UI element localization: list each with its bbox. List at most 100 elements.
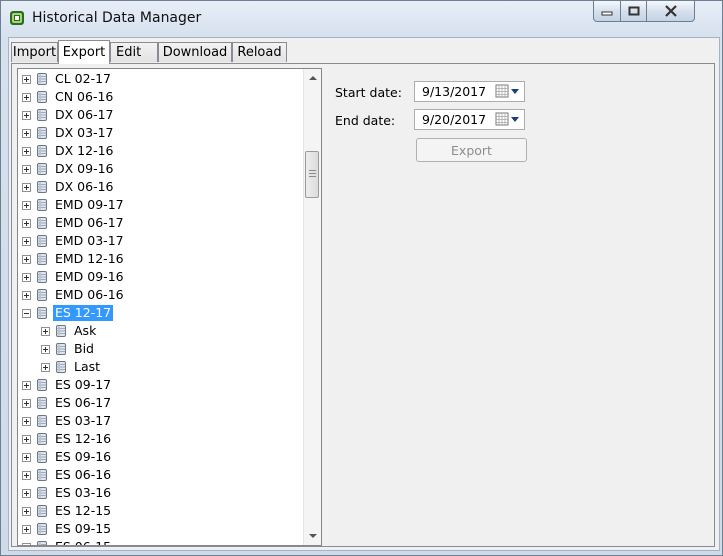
scroll-thumb[interactable] (305, 151, 319, 198)
tree-item[interactable]: DX 06-17 (18, 106, 305, 124)
tree-item[interactable]: ES 06-15 (18, 538, 305, 545)
tree-item[interactable]: EMD 06-16 (18, 286, 305, 304)
expand-icon[interactable] (41, 327, 50, 336)
expand-icon[interactable] (22, 381, 31, 390)
tree-item[interactable]: CN 06-16 (18, 88, 305, 106)
tree-item[interactable]: DX 06-16 (18, 178, 305, 196)
scroll-up-button[interactable] (304, 69, 321, 86)
export-button[interactable]: Export (416, 138, 527, 162)
database-icon (56, 343, 66, 355)
scroll-down-button[interactable] (304, 528, 321, 545)
expand-icon[interactable] (22, 165, 31, 174)
tree-item[interactable]: ES 03-17 (18, 412, 305, 430)
expand-icon[interactable] (22, 507, 31, 516)
expand-icon[interactable] (22, 453, 31, 462)
tree-item[interactable]: ES 03-16 (18, 484, 305, 502)
tree-item-label: ES 03-17 (55, 413, 112, 428)
expand-icon[interactable] (22, 399, 31, 408)
calendar-dropdown-icon[interactable] (495, 84, 521, 99)
end-date-picker[interactable]: 9/20/2017 (414, 109, 525, 130)
tree-item[interactable]: EMD 03-17 (18, 232, 305, 250)
close-button[interactable] (647, 1, 695, 22)
database-icon (37, 271, 47, 283)
expand-icon[interactable] (22, 255, 31, 264)
expand-icon[interactable] (22, 489, 31, 498)
expand-icon[interactable] (22, 543, 31, 545)
tree-item-label: Ask (74, 323, 97, 338)
tree-item[interactable]: EMD 12-16 (18, 250, 305, 268)
expand-icon[interactable] (22, 435, 31, 444)
close-icon (664, 5, 677, 17)
export-panel: CL 02-17 CN 06-16 DX 06-17 DX 03-17 DX 12-16… (11, 63, 715, 547)
tree-item[interactable]: ES 09-16 (18, 448, 305, 466)
tab-import[interactable]: Import (11, 42, 58, 62)
tree-item-label: ES 09-15 (55, 521, 112, 536)
tree-item[interactable]: Ask (18, 322, 305, 340)
tree-item[interactable]: ES 06-17 (18, 394, 305, 412)
calendar-dropdown-icon[interactable] (495, 112, 521, 127)
tree-item-label: ES 03-16 (55, 485, 112, 500)
minimize-button[interactable] (593, 1, 621, 22)
tab-edit[interactable]: Edit (110, 42, 158, 62)
expand-icon[interactable] (22, 75, 31, 84)
tree-item[interactable]: DX 03-17 (18, 124, 305, 142)
expand-icon[interactable] (22, 237, 31, 246)
expand-icon[interactable] (22, 111, 31, 120)
tree-item[interactable]: Bid (18, 340, 305, 358)
tree-item[interactable]: EMD 09-16 (18, 268, 305, 286)
tree-item[interactable]: ES 12-16 (18, 430, 305, 448)
start-date-value: 9/13/2017 (422, 84, 487, 99)
tree-item[interactable]: ES 12-17 (18, 304, 305, 322)
start-date-picker[interactable]: 9/13/2017 (414, 81, 525, 102)
database-icon (37, 379, 47, 391)
tab-download[interactable]: Download (158, 42, 232, 62)
tab-reload[interactable]: Reload (232, 42, 287, 62)
database-icon (56, 361, 66, 373)
tree-item-label: ES 06-17 (55, 395, 112, 410)
expand-icon[interactable] (22, 129, 31, 138)
tree-item[interactable]: EMD 06-17 (18, 214, 305, 232)
database-icon (37, 163, 47, 175)
database-icon (37, 541, 47, 545)
tree-item[interactable]: DX 09-16 (18, 160, 305, 178)
database-icon (37, 73, 47, 85)
tree-item-label: CL 02-17 (55, 71, 111, 86)
tree-item[interactable]: CL 02-17 (18, 70, 305, 88)
tree-item-label: ES 09-16 (55, 449, 112, 464)
tab-label: Reload (237, 45, 282, 60)
tree-item[interactable]: ES 06-16 (18, 466, 305, 484)
database-icon (56, 325, 66, 337)
tree-item[interactable]: ES 12-15 (18, 502, 305, 520)
expand-icon[interactable] (22, 291, 31, 300)
expand-icon[interactable] (22, 183, 31, 192)
expand-icon[interactable] (41, 363, 50, 372)
expand-icon[interactable] (22, 93, 31, 102)
tree-item[interactable]: ES 09-15 (18, 520, 305, 538)
expand-icon[interactable] (22, 219, 31, 228)
expand-icon[interactable] (22, 273, 31, 282)
expand-icon[interactable] (22, 525, 31, 534)
expand-icon[interactable] (22, 201, 31, 210)
database-icon (37, 91, 47, 103)
title-bar[interactable]: Historical Data Manager (1, 1, 722, 35)
symbol-tree[interactable]: CL 02-17 CN 06-16 DX 06-17 DX 03-17 DX 12-16… (17, 68, 322, 546)
tree-item[interactable]: ES 09-17 (18, 376, 305, 394)
database-icon (37, 289, 47, 301)
tree-item[interactable]: Last (18, 358, 305, 376)
tree-scrollbar[interactable] (303, 69, 321, 545)
collapse-icon[interactable] (22, 309, 31, 318)
database-icon (37, 127, 47, 139)
arrow-up-icon (308, 76, 317, 80)
maximize-button[interactable] (621, 1, 647, 22)
expand-icon[interactable] (41, 345, 50, 354)
tree-item[interactable]: DX 12-16 (18, 142, 305, 160)
tree-item-label: Bid (74, 341, 94, 356)
tree-item-label: ES 12-15 (55, 503, 112, 518)
expand-icon[interactable] (22, 471, 31, 480)
expand-icon[interactable] (22, 147, 31, 156)
tab-export[interactable]: Export (58, 40, 110, 64)
tree-item[interactable]: EMD 09-17 (18, 196, 305, 214)
database-icon (37, 523, 47, 535)
minimize-icon (601, 11, 613, 16)
expand-icon[interactable] (22, 417, 31, 426)
